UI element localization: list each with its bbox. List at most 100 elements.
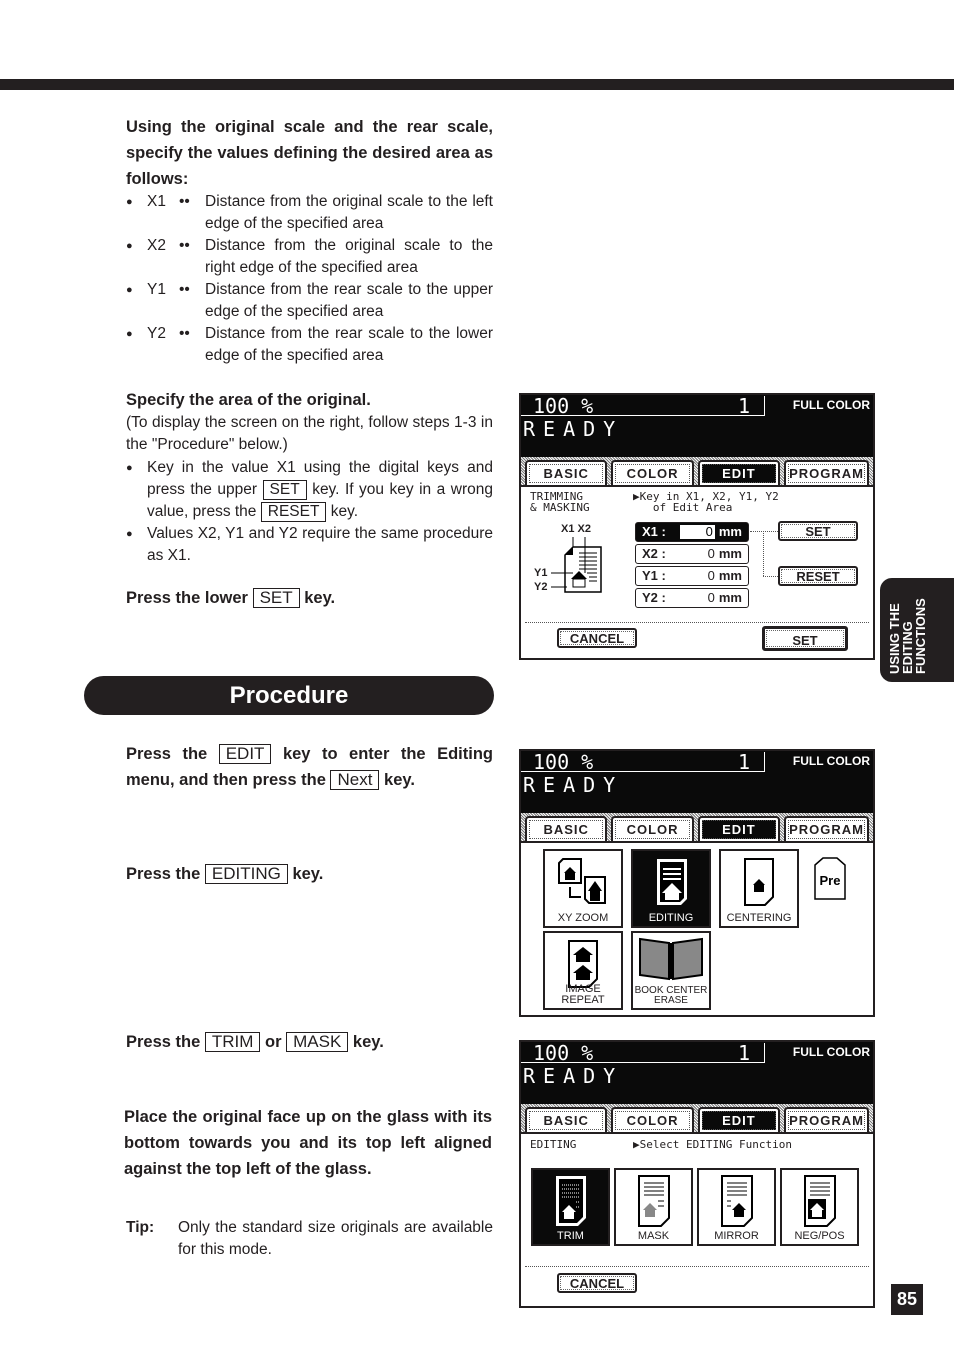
copy-count: 1 bbox=[737, 750, 750, 774]
mirror-icon bbox=[720, 1175, 753, 1227]
prompt-text: ▶Key in X1, X2, Y1, Y2 of Edit Area bbox=[633, 490, 779, 514]
color-mode: FULL COLOR bbox=[792, 1045, 870, 1059]
trim-button[interactable]: TRIM bbox=[531, 1168, 610, 1246]
page-number: 85 bbox=[891, 1284, 923, 1315]
y2-field[interactable]: Y2 :0 mm bbox=[635, 588, 749, 608]
display-note: (To display the screen on the right, fol… bbox=[126, 414, 493, 453]
definition-item: Y1••Distance from the rear scale to the … bbox=[126, 279, 493, 323]
section-side-tab: USING THE EDITING FUNCTIONS bbox=[880, 578, 954, 682]
image-repeat-button[interactable]: IMAGE REPEAT bbox=[543, 931, 623, 1010]
lcd-status-header: 100 % 1 FULL COLOR READY bbox=[521, 395, 873, 457]
mask-button[interactable]: MASK bbox=[614, 1168, 693, 1246]
tip-block: Tip: Only the standard size originals ar… bbox=[126, 1217, 493, 1261]
editing-button[interactable]: EDITING bbox=[631, 849, 711, 928]
y2-label: Y2 bbox=[534, 581, 548, 593]
lcd-editing-function-screen: 100 % 1 FULL COLOR READY BASIC COLOR EDIT… bbox=[519, 1040, 875, 1308]
xy-zoom-button[interactable]: XY ZOOM bbox=[543, 849, 623, 928]
mask-icon bbox=[637, 1175, 670, 1227]
definition-list: X1••Distance from the original scale to … bbox=[126, 191, 493, 367]
tab-color[interactable]: COLOR bbox=[611, 1107, 694, 1132]
editing-icon bbox=[657, 859, 687, 905]
lcd-body: XY ZOOM EDITING CENTERING Pre IMAGE REPE… bbox=[521, 841, 873, 1015]
upper-set-button[interactable]: SET bbox=[778, 521, 858, 541]
mask-key-ref: MASK bbox=[286, 1032, 349, 1052]
cancel-button[interactable]: CANCEL bbox=[557, 1273, 637, 1293]
trim-key-ref: TRIM bbox=[204, 1032, 261, 1052]
tab-color[interactable]: COLOR bbox=[611, 460, 694, 485]
tab-edit[interactable]: EDIT bbox=[697, 1107, 781, 1132]
ready-status: READY bbox=[523, 1064, 624, 1088]
tab-basic[interactable]: BASIC bbox=[525, 816, 608, 841]
procedure-step-4: Place the original face up on the glass … bbox=[124, 1108, 492, 1178]
centering-button[interactable]: CENTERING bbox=[719, 849, 799, 928]
divider bbox=[525, 622, 869, 623]
zoom-readout: 100 % bbox=[533, 394, 594, 418]
centering-icon bbox=[744, 858, 774, 906]
definition-item: X2••Distance from the original scale to … bbox=[126, 235, 493, 279]
divider bbox=[525, 1266, 869, 1267]
trim-icon bbox=[555, 1176, 586, 1226]
prompt-text: ▶Select EDITING Function bbox=[633, 1138, 792, 1151]
specify-area-heading: Specify the area of the original. bbox=[126, 391, 371, 409]
set-key-ref: SET bbox=[262, 480, 307, 500]
reset-button[interactable]: RESET bbox=[778, 566, 858, 586]
tab-color[interactable]: COLOR bbox=[611, 816, 694, 841]
tip-label: Tip: bbox=[126, 1219, 155, 1236]
connector-line bbox=[763, 531, 764, 576]
lcd-status-header: 100 % 1 FULL COLOR READY bbox=[521, 1042, 873, 1104]
procedure-step-3: Press the TRIM or MASK key. bbox=[126, 1032, 384, 1052]
ready-status: READY bbox=[523, 417, 624, 441]
edit-key-ref: EDIT bbox=[218, 744, 272, 764]
function-title: TRIMMING & MASKING bbox=[530, 490, 590, 514]
book-center-erase-button[interactable]: BOOK CENTER ERASE bbox=[631, 931, 711, 1010]
x2-field[interactable]: X2 :0 mm bbox=[635, 544, 749, 564]
editing-key-ref: EDITING bbox=[204, 864, 288, 884]
procedure-step-2: Press the EDITING key. bbox=[126, 864, 324, 884]
tip-text: Only the standard size originals are ava… bbox=[178, 1219, 493, 1258]
function-title: EDITING bbox=[530, 1138, 577, 1151]
ready-status: READY bbox=[523, 773, 624, 797]
tab-program[interactable]: PROGRAM bbox=[784, 1107, 870, 1132]
definition-item: Y2••Distance from the rear scale to the … bbox=[126, 323, 493, 367]
lcd-body: TRIMMING & MASKING ▶Key in X1, X2, Y1, Y… bbox=[521, 485, 873, 658]
procedure-step-1: Press the EDIT key to enter the Editing … bbox=[126, 744, 493, 790]
connector-line bbox=[750, 531, 778, 532]
pre-page-button[interactable]: Pre bbox=[813, 855, 847, 901]
bullet-item: Values X2, Y1 and Y2 require the same pr… bbox=[126, 523, 493, 567]
tab-program[interactable]: PROGRAM bbox=[784, 816, 870, 841]
xy-zoom-icon bbox=[558, 858, 606, 904]
lcd-trimming-screen: 100 % 1 FULL COLOR READY BASIC COLOR EDIT… bbox=[519, 393, 875, 660]
x1-field[interactable]: X1 :0 mm bbox=[635, 522, 749, 542]
x-axis-labels: X1 X2 bbox=[561, 523, 591, 535]
copy-count: 1 bbox=[737, 1041, 750, 1065]
neg-pos-icon bbox=[803, 1175, 836, 1227]
lower-set-button[interactable]: SET bbox=[762, 626, 848, 651]
zoom-readout: 100 % bbox=[533, 750, 594, 774]
definition-item: X1••Distance from the original scale to … bbox=[126, 191, 493, 235]
neg-pos-button[interactable]: NEG/POS bbox=[780, 1168, 859, 1246]
lcd-tab-bar: BASIC COLOR EDIT PROGRAM bbox=[521, 457, 873, 485]
connector-line bbox=[763, 576, 778, 577]
press-lower-set-step: Press the lower SET key. bbox=[126, 588, 336, 608]
next-key-ref: Next bbox=[330, 770, 380, 790]
tab-edit[interactable]: EDIT bbox=[697, 816, 781, 841]
bullet-item: Key in the value X1 using the digital ke… bbox=[126, 457, 493, 523]
lcd-tab-bar: BASIC COLOR EDIT PROGRAM bbox=[521, 813, 873, 841]
set-key-ref: SET bbox=[252, 588, 300, 608]
tab-basic[interactable]: BASIC bbox=[525, 460, 608, 485]
svg-text:Pre: Pre bbox=[820, 873, 841, 888]
tab-program[interactable]: PROGRAM bbox=[784, 460, 870, 485]
instruction-bullets: Key in the value X1 using the digital ke… bbox=[126, 457, 493, 567]
cancel-button[interactable]: CANCEL bbox=[557, 628, 637, 648]
book-icon bbox=[639, 937, 703, 981]
document-area-diagram-icon bbox=[551, 537, 602, 593]
previous-page-icon: Pre bbox=[814, 857, 846, 900]
color-mode: FULL COLOR bbox=[792, 754, 870, 768]
tab-edit[interactable]: EDIT bbox=[697, 460, 781, 485]
lcd-tab-bar: BASIC COLOR EDIT PROGRAM bbox=[521, 1104, 873, 1132]
zoom-readout: 100 % bbox=[533, 1041, 594, 1065]
copy-count: 1 bbox=[737, 394, 750, 418]
y1-field[interactable]: Y1 :0 mm bbox=[635, 566, 749, 586]
mirror-button[interactable]: MIRROR bbox=[697, 1168, 776, 1246]
tab-basic[interactable]: BASIC bbox=[525, 1107, 608, 1132]
